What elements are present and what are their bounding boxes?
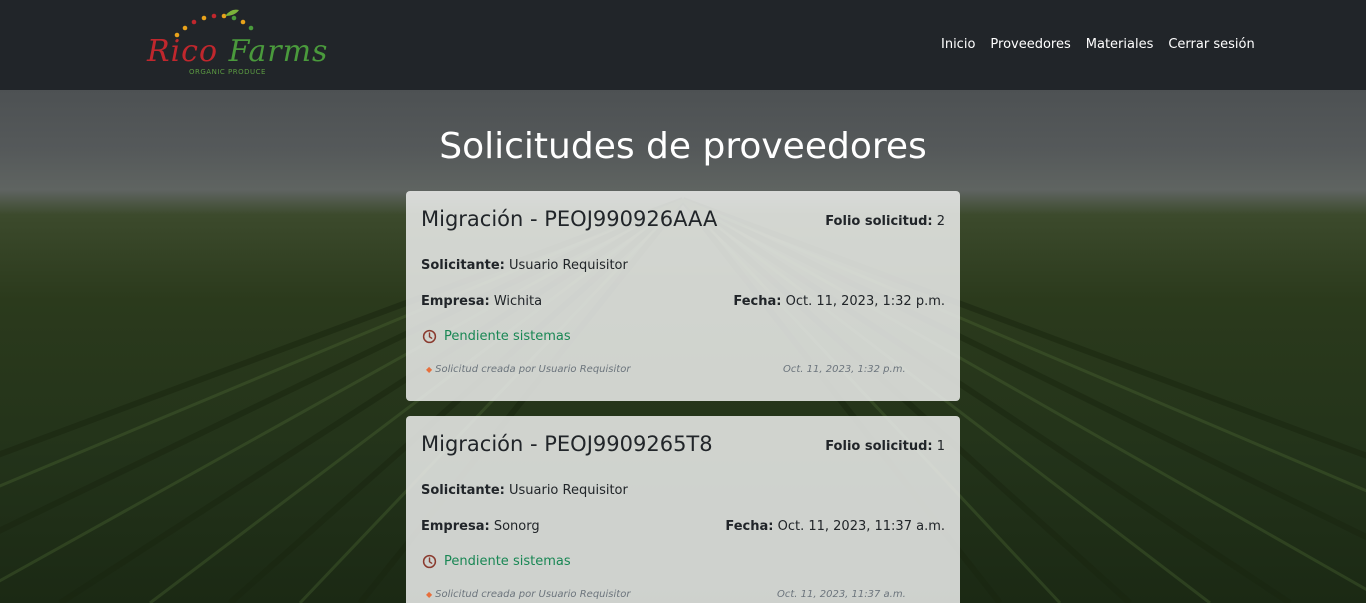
clock-icon: [422, 329, 437, 344]
date-label: Fecha:: [733, 294, 782, 309]
nav-links: Inicio Proveedores Materiales Cerrar ses…: [941, 37, 1255, 52]
company-label: Empresa:: [421, 294, 490, 309]
request-company: Empresa: Wichita: [421, 294, 542, 309]
requester-value: Usuario Requisitor: [508, 258, 628, 273]
request-date: Fecha: Oct. 11, 2023, 1:32 p.m.: [733, 294, 945, 309]
request-log: ◆ Solicitud creada por Usuario Requisitor: [426, 364, 630, 375]
date-value: Oct. 11, 2023, 1:32 p.m.: [785, 294, 945, 309]
logo-word-rico: Rico: [147, 34, 219, 69]
request-date: Fecha: Oct. 11, 2023, 11:37 a.m.: [725, 519, 945, 534]
folio-label: Folio solicitud:: [825, 214, 933, 229]
logo-tagline: ORGANIC PRODUCE: [189, 68, 266, 76]
log-date: Oct. 11, 2023, 1:32 p.m.: [783, 364, 906, 375]
bullet-icon: ◆: [426, 365, 433, 374]
date-label: Fecha:: [725, 519, 774, 534]
navbar: Rico Farms ORGANIC PRODUCE Inicio Provee…: [0, 0, 1366, 90]
rico-farms-logo[interactable]: Rico Farms ORGANIC PRODUCE: [147, 8, 327, 80]
company-value: Wichita: [493, 294, 543, 309]
folio-value: 1: [936, 439, 945, 454]
status-text: Pendiente sistemas: [444, 329, 571, 344]
company-label: Empresa:: [421, 519, 490, 534]
request-title: Migración - PEOJ9909265T8: [421, 432, 713, 456]
company-value: Sonorg: [493, 519, 540, 534]
request-requester: Solicitante: Usuario Requisitor: [421, 483, 628, 498]
logo-wordmark: Rico Farms: [147, 34, 328, 69]
request-card[interactable]: Migración - PEOJ990926AAA Folio solicitu…: [406, 191, 960, 401]
request-folio: Folio solicitud: 1: [825, 439, 945, 454]
requester-label: Solicitante:: [421, 258, 505, 273]
request-status: Pendiente sistemas: [422, 329, 571, 344]
request-folio: Folio solicitud: 2: [825, 214, 945, 229]
log-date: Oct. 11, 2023, 11:37 a.m.: [777, 589, 906, 600]
request-company: Empresa: Sonorg: [421, 519, 540, 534]
folio-value: 2: [936, 214, 945, 229]
requester-label: Solicitante:: [421, 483, 505, 498]
log-text: Solicitud creada por Usuario Requisitor: [435, 589, 631, 600]
nav-link-proveedores[interactable]: Proveedores: [990, 37, 1070, 52]
date-value: Oct. 11, 2023, 11:37 a.m.: [777, 519, 945, 534]
log-text: Solicitud creada por Usuario Requisitor: [435, 364, 631, 375]
folio-label: Folio solicitud:: [825, 439, 933, 454]
request-log: ◆ Solicitud creada por Usuario Requisitor: [426, 589, 630, 600]
requester-value: Usuario Requisitor: [508, 483, 628, 498]
logo-word-farms: Farms: [228, 34, 329, 69]
request-card[interactable]: Migración - PEOJ9909265T8 Folio solicitu…: [406, 416, 960, 603]
request-status: Pendiente sistemas: [422, 554, 571, 569]
nav-link-cerrar-sesion[interactable]: Cerrar sesión: [1168, 37, 1254, 52]
nav-link-inicio[interactable]: Inicio: [941, 37, 975, 52]
clock-icon: [422, 554, 437, 569]
bullet-icon: ◆: [426, 590, 433, 599]
status-text: Pendiente sistemas: [444, 554, 571, 569]
request-requester: Solicitante: Usuario Requisitor: [421, 258, 628, 273]
request-title: Migración - PEOJ990926AAA: [421, 207, 718, 231]
page-title: Solicitudes de proveedores: [439, 126, 927, 167]
nav-link-materiales[interactable]: Materiales: [1086, 37, 1154, 52]
